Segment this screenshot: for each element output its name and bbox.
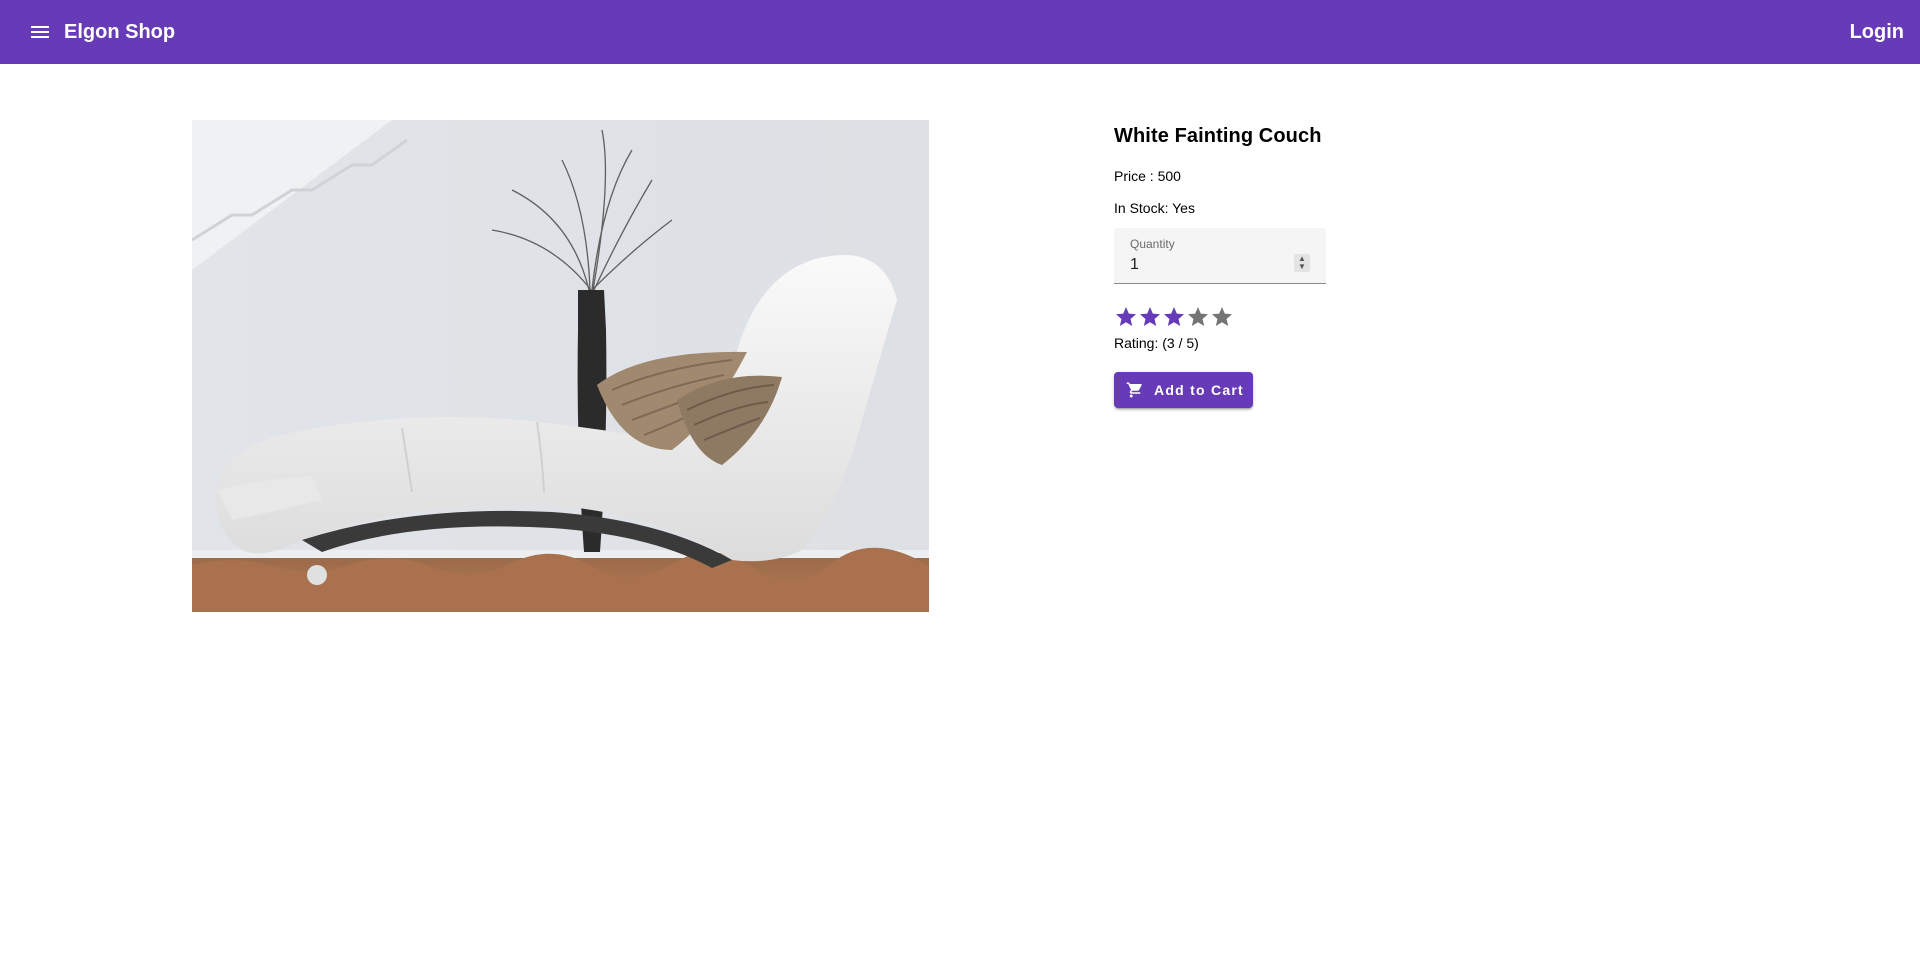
chevron-down-icon: ▼ <box>1298 262 1306 271</box>
login-button[interactable]: Login <box>1850 19 1904 45</box>
cart-icon <box>1126 382 1142 398</box>
quantity-label: Quantity <box>1130 237 1175 251</box>
rating-text: Rating: (3 / 5) <box>1114 335 1199 351</box>
product-stock: In Stock: Yes <box>1114 200 1195 216</box>
star-icon[interactable] <box>1186 305 1210 329</box>
add-to-cart-button[interactable]: Add to Cart <box>1114 372 1253 408</box>
product-title: White Fainting Couch <box>1114 125 1322 147</box>
menu-button[interactable] <box>24 20 56 44</box>
star-icon[interactable] <box>1162 305 1186 329</box>
quantity-field[interactable]: Quantity ▲ ▼ <box>1114 228 1326 284</box>
star-icon[interactable] <box>1138 305 1162 329</box>
app-title[interactable]: Elgon Shop <box>64 19 175 45</box>
quantity-input[interactable] <box>1130 254 1280 276</box>
rating-stars[interactable] <box>1114 305 1534 329</box>
product-details: White Fainting Couch Price : 500 In Stoc… <box>1114 122 1534 408</box>
star-icon[interactable] <box>1210 305 1234 329</box>
top-toolbar: Elgon Shop Login <box>0 0 1920 64</box>
quantity-stepper[interactable]: ▲ ▼ <box>1294 254 1310 272</box>
product-image <box>192 120 929 612</box>
menu-icon <box>31 26 49 38</box>
star-icon[interactable] <box>1114 305 1138 329</box>
add-to-cart-label: Add to Cart <box>1154 382 1244 398</box>
product-price: Price : 500 <box>1114 168 1181 184</box>
